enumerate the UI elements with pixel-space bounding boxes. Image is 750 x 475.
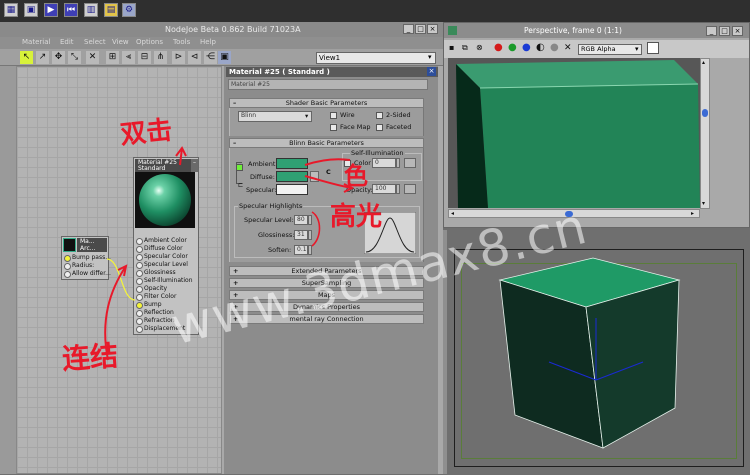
annotation-strokes [104,146,355,361]
